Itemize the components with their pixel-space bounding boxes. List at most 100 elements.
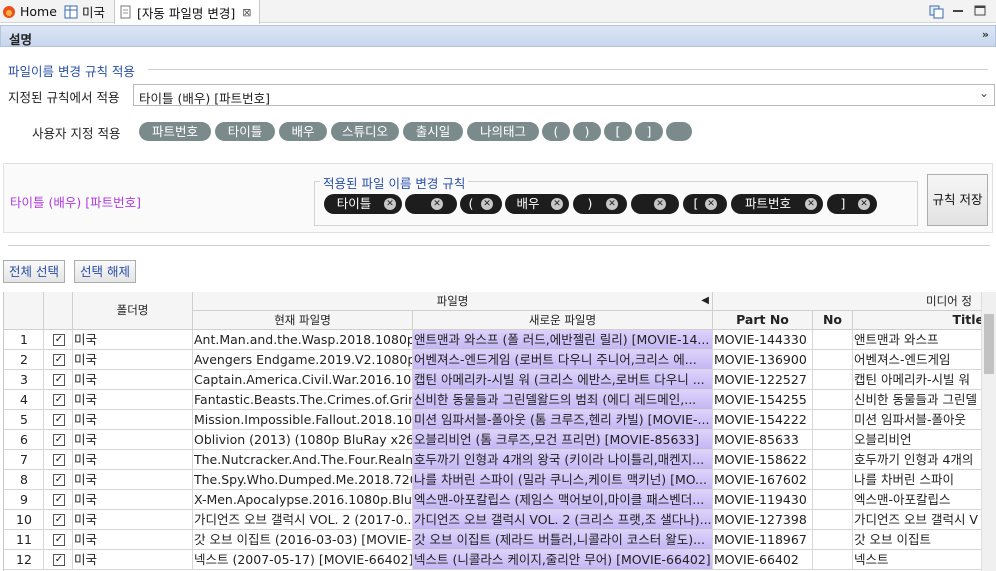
remove-chip-icon[interactable]: ✕ (481, 198, 493, 210)
row-checkbox-cell[interactable]: ✓ (44, 450, 73, 470)
applied-chip-actor[interactable]: 배우 ✕ (505, 194, 569, 214)
new-filename-cell: 신비한 동물들과 그린델왈드의 범죄 (에디 레드메인,... (413, 390, 713, 410)
applied-chip-open-paren-label: ( (468, 196, 474, 211)
applied-chip-close-paren[interactable]: ) ✕ (573, 194, 627, 214)
row-checkbox[interactable]: ✓ (53, 394, 65, 406)
row-checkbox[interactable]: ✓ (53, 374, 65, 386)
minimize-icon[interactable] (950, 3, 966, 19)
part-no-cell: MOVIE-118967 (713, 530, 813, 550)
row-checkbox-cell[interactable]: ✓ (44, 530, 73, 550)
deselect-button[interactable]: 선택 해제 (74, 260, 136, 283)
part-no-header[interactable]: Part No (713, 311, 813, 330)
row-checkbox[interactable]: ✓ (53, 514, 65, 526)
no-cell (813, 350, 853, 370)
row-checkbox-cell[interactable]: ✓ (44, 510, 73, 530)
row-checkbox-cell[interactable]: ✓ (44, 550, 73, 570)
select-all-button[interactable]: 전체 선택 (3, 260, 65, 283)
row-checkbox[interactable]: ✓ (53, 454, 65, 466)
current-filename-cell: Avengers Endgame.2019.V2.1080p.H... (193, 350, 413, 370)
row-checkbox-cell[interactable]: ✓ (44, 390, 73, 410)
row-checkbox[interactable]: ✓ (53, 554, 65, 566)
token-studio[interactable]: 스튜디오 (331, 122, 399, 141)
part-no-cell: MOVIE-154255 (713, 390, 813, 410)
token-open-bracket[interactable]: [ (604, 122, 632, 141)
save-rule-button[interactable]: 규칙 저장 (927, 174, 988, 226)
no-cell (813, 390, 853, 410)
tab-home[interactable]: Home (2, 0, 60, 23)
row-checkbox[interactable]: ✓ (53, 494, 65, 506)
restore-view-icon[interactable] (928, 3, 944, 19)
applied-chip-space-2[interactable]: ✕ (631, 194, 679, 214)
part-no-cell: MOVIE-122527 (713, 370, 813, 390)
remove-chip-icon[interactable]: ✕ (431, 198, 443, 210)
row-checkbox-cell[interactable]: ✓ (44, 370, 73, 390)
scrollbar-thumb[interactable] (984, 314, 994, 374)
remove-chip-icon[interactable]: ✕ (606, 198, 618, 210)
part-no-cell: MOVIE-154222 (713, 410, 813, 430)
part-no-cell: MOVIE-144330 (713, 330, 813, 350)
folder-cell: 미국 (73, 470, 193, 490)
maximize-icon[interactable] (972, 3, 988, 19)
remove-chip-icon[interactable]: ✕ (384, 198, 396, 210)
applied-chip-open-paren[interactable]: ( ✕ (460, 194, 502, 214)
row-checkbox[interactable]: ✓ (53, 334, 65, 346)
row-checkbox[interactable]: ✓ (53, 534, 65, 546)
applied-chip-title-label: 타이틀 (336, 196, 372, 211)
new-filename-header[interactable]: 새로운 파일명 (413, 311, 713, 330)
token-close-bracket[interactable]: ] (635, 122, 663, 141)
tab-usa[interactable]: 미국 (64, 0, 110, 23)
row-checkbox-cell[interactable]: ✓ (44, 350, 73, 370)
title-cell: 앤트맨과 와스프 (853, 330, 981, 350)
row-checkbox-cell[interactable]: ✓ (44, 430, 73, 450)
applied-chip-open-bracket[interactable]: [ ✕ (683, 194, 727, 214)
token-space[interactable] (666, 122, 692, 141)
row-checkbox-cell[interactable]: ✓ (44, 490, 73, 510)
no-cell (813, 410, 853, 430)
tab-auto-rename[interactable]: [자동 파일명 변경] ⊠ (114, 0, 260, 24)
row-checkbox[interactable]: ✓ (53, 434, 65, 446)
applied-chip-space-1[interactable]: ✕ (405, 194, 457, 214)
collapse-left-icon[interactable]: ◀ (701, 292, 709, 310)
close-tab-icon[interactable]: ⊠ (242, 6, 251, 19)
title-cell: 나를 차버린 스파이 (853, 470, 981, 490)
remove-chip-icon[interactable]: ✕ (551, 198, 563, 210)
no-header[interactable]: No (813, 311, 853, 330)
token-my-tag[interactable]: 나의태그 (467, 122, 539, 141)
check-column-header[interactable] (44, 292, 73, 330)
applied-chip-close-paren-label: ) (587, 196, 593, 211)
title-cell: 가디언즈 오브 갤럭시 V (853, 510, 981, 530)
preset-select[interactable]: 타이틀 (배우) [파트번호] ⌄ (133, 84, 995, 106)
folder-cell: 미국 (73, 350, 193, 370)
new-filename-cell: 가디언즈 오브 갤럭시 VOL. 2 (크리스 프랫,조 샐다나)... (413, 510, 713, 530)
row-checkbox[interactable]: ✓ (53, 354, 65, 366)
applied-chip-close-bracket[interactable]: ] ✕ (827, 194, 877, 214)
applied-chip-part-no[interactable]: 파트번호 ✕ (731, 194, 823, 214)
row-checkbox[interactable]: ✓ (53, 414, 65, 426)
applied-chip-title[interactable]: 타이틀 ✕ (324, 194, 402, 214)
row-checkbox-cell[interactable]: ✓ (44, 330, 73, 350)
folder-cell: 미국 (73, 330, 193, 350)
row-checkbox[interactable]: ✓ (53, 474, 65, 486)
token-actor[interactable]: 배우 (279, 122, 327, 141)
remove-chip-icon[interactable]: ✕ (654, 198, 666, 210)
token-release-date[interactable]: 출시일 (403, 122, 463, 141)
collapse-icon[interactable]: » (982, 28, 989, 41)
token-part-no[interactable]: 파트번호 (139, 122, 211, 141)
folder-column-header[interactable]: 폴더명 (73, 292, 193, 330)
remove-chip-icon[interactable]: ✕ (705, 198, 717, 210)
title-cell: 호두까기 인형과 4개의 (853, 450, 981, 470)
tab-usa-label: 미국 (82, 5, 106, 20)
row-checkbox-cell[interactable]: ✓ (44, 470, 73, 490)
title-header[interactable]: Title (853, 311, 981, 330)
row-checkbox-cell[interactable]: ✓ (44, 410, 73, 430)
token-open-paren[interactable]: ( (542, 122, 570, 141)
current-filename-header[interactable]: 현재 파일명 (193, 311, 413, 330)
title-cell: 넥스트 (853, 550, 981, 570)
vertical-scrollbar[interactable] (981, 292, 996, 571)
remove-chip-icon[interactable]: ✕ (858, 198, 870, 210)
remove-chip-icon[interactable]: ✕ (805, 198, 817, 210)
document-icon (119, 5, 133, 19)
token-close-paren[interactable]: ) (573, 122, 601, 141)
token-title[interactable]: 타이틀 (215, 122, 275, 141)
description-section-header[interactable]: 설명 » (0, 25, 996, 47)
